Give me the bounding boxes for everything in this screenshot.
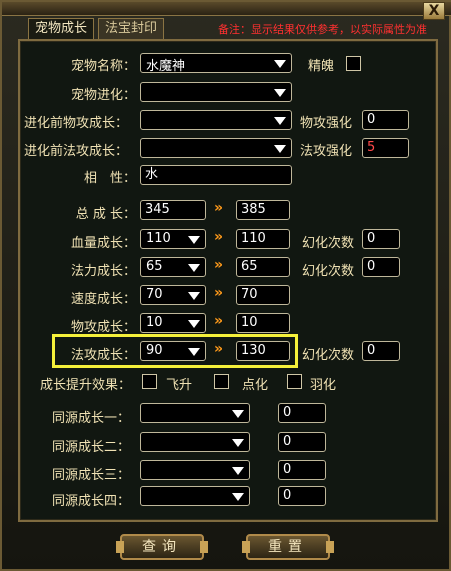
notice-text: 备注：显示结果仅供参考，以实际属性为准 xyxy=(218,23,427,36)
hp-growth-label: 血量成长： xyxy=(70,236,136,251)
mp-conversion-input[interactable]: 0 xyxy=(362,257,400,277)
enlighten-checkbox[interactable] xyxy=(214,374,229,389)
chevron-down-icon xyxy=(274,145,286,153)
pre-phys-growth-label: 进化前物攻成长： xyxy=(24,116,129,131)
same-source-1-input[interactable]: 0 xyxy=(278,403,326,423)
pre-phys-growth-select[interactable] xyxy=(140,110,292,130)
enlighten-label: 点化 xyxy=(242,378,269,393)
reset-button[interactable]: 重置 xyxy=(242,534,334,560)
same-source-3-select[interactable] xyxy=(140,460,250,480)
chevron-down-icon xyxy=(188,292,200,300)
phys-growth-select[interactable]: 10 xyxy=(140,313,206,333)
same-source-4-label: 同源成长四： xyxy=(52,494,131,509)
hp-growth-select[interactable]: 110 xyxy=(140,229,206,249)
chevron-down-icon xyxy=(232,410,244,418)
pre-magic-growth-select[interactable] xyxy=(140,138,292,158)
phys-enhance-label: 物攻强化 xyxy=(300,116,353,131)
mp-conversion-label: 幻化次数 xyxy=(302,264,355,279)
magic-conversion-label: 幻化次数 xyxy=(302,348,355,363)
pet-evolve-label: 宠物进化： xyxy=(70,88,136,103)
tab-pet-growth[interactable]: 宠物成长 xyxy=(28,18,95,40)
chevron-down-icon xyxy=(188,264,200,272)
phys-enhance-input[interactable]: 0 xyxy=(362,110,409,130)
magic-growth-value: 90 xyxy=(146,343,163,358)
magic-conversion-input[interactable]: 0 xyxy=(362,341,400,361)
mp-growth-result: 65 xyxy=(236,257,290,277)
pet-name-label: 宠物名称： xyxy=(70,59,136,74)
arrow-right-icon: » xyxy=(214,229,223,245)
chevron-down-icon xyxy=(232,493,244,501)
magic-enhance-input[interactable]: 5 xyxy=(362,138,409,158)
magic-growth-select[interactable]: 90 xyxy=(140,341,206,361)
query-button[interactable]: 查询 xyxy=(116,534,208,560)
tab-treasure-seal[interactable]: 法宝封印 xyxy=(98,18,165,40)
arrow-right-icon: » xyxy=(214,257,223,273)
same-source-2-select[interactable] xyxy=(140,432,250,452)
hp-growth-value: 110 xyxy=(146,231,171,246)
hp-growth-result: 110 xyxy=(236,229,290,249)
phys-growth-value: 10 xyxy=(146,315,163,330)
phys-growth-label: 物攻成长： xyxy=(70,320,136,335)
spirit-label: 精魄 xyxy=(308,59,335,74)
ascend-label: 飞升 xyxy=(166,378,193,393)
speed-growth-label: 速度成长： xyxy=(70,292,136,307)
same-source-1-label: 同源成长一： xyxy=(52,411,131,426)
window-frame: X 宠物成长 法宝封印 备注：显示结果仅供参考，以实际属性为准 宠物名称： 水魔… xyxy=(0,0,451,571)
magic-growth-label: 法攻成长： xyxy=(70,348,136,363)
arrow-right-icon: » xyxy=(214,285,223,301)
ascend-checkbox[interactable] xyxy=(142,374,157,389)
close-button[interactable]: X xyxy=(423,2,445,20)
chevron-down-icon xyxy=(232,467,244,475)
total-growth-label: 总 成 长： xyxy=(75,207,136,222)
chevron-down-icon xyxy=(188,236,200,244)
arrow-right-icon: » xyxy=(214,313,223,329)
mp-growth-value: 65 xyxy=(146,259,163,274)
pre-magic-growth-label: 进化前法攻成长： xyxy=(24,144,129,159)
attribute-label: 相 性： xyxy=(83,171,136,186)
title-bar xyxy=(2,2,451,16)
pet-evolve-select[interactable] xyxy=(140,82,292,102)
mp-growth-select[interactable]: 65 xyxy=(140,257,206,277)
same-source-1-select[interactable] xyxy=(140,403,250,423)
total-growth-to: 385 xyxy=(236,200,290,220)
spirit-checkbox[interactable] xyxy=(346,56,361,71)
same-source-3-label: 同源成长三： xyxy=(52,468,131,483)
feather-checkbox[interactable] xyxy=(287,374,302,389)
mp-growth-label: 法力成长： xyxy=(70,264,136,279)
chevron-down-icon xyxy=(274,60,286,68)
same-source-2-input[interactable]: 0 xyxy=(278,432,326,452)
hp-conversion-label: 幻化次数 xyxy=(302,236,355,251)
pet-name-value: 水魔神 xyxy=(146,59,186,74)
hp-conversion-input[interactable]: 0 xyxy=(362,229,400,249)
total-growth-from: 345 xyxy=(140,200,206,220)
boost-label: 成长提升效果： xyxy=(40,378,132,393)
chevron-down-icon xyxy=(188,320,200,328)
arrow-right-icon: » xyxy=(214,200,223,216)
speed-growth-select[interactable]: 70 xyxy=(140,285,206,305)
same-source-2-label: 同源成长二： xyxy=(52,440,131,455)
tab-bar: 宠物成长 法宝封印 xyxy=(28,18,165,40)
chevron-down-icon xyxy=(188,348,200,356)
magic-growth-result: 130 xyxy=(236,341,290,361)
chevron-down-icon xyxy=(274,117,286,125)
pet-name-select[interactable]: 水魔神 xyxy=(140,53,292,74)
feather-label: 羽化 xyxy=(310,378,337,393)
chevron-down-icon xyxy=(232,439,244,447)
same-source-3-input[interactable]: 0 xyxy=(278,460,326,480)
phys-growth-result: 10 xyxy=(236,313,290,333)
same-source-4-input[interactable]: 0 xyxy=(278,486,326,506)
chevron-down-icon xyxy=(274,89,286,97)
magic-enhance-label: 法攻强化 xyxy=(300,144,353,159)
speed-growth-value: 70 xyxy=(146,287,163,302)
speed-growth-result: 70 xyxy=(236,285,290,305)
same-source-4-select[interactable] xyxy=(140,486,250,506)
arrow-right-icon: » xyxy=(214,341,223,357)
attribute-input[interactable]: 水 xyxy=(140,165,292,185)
